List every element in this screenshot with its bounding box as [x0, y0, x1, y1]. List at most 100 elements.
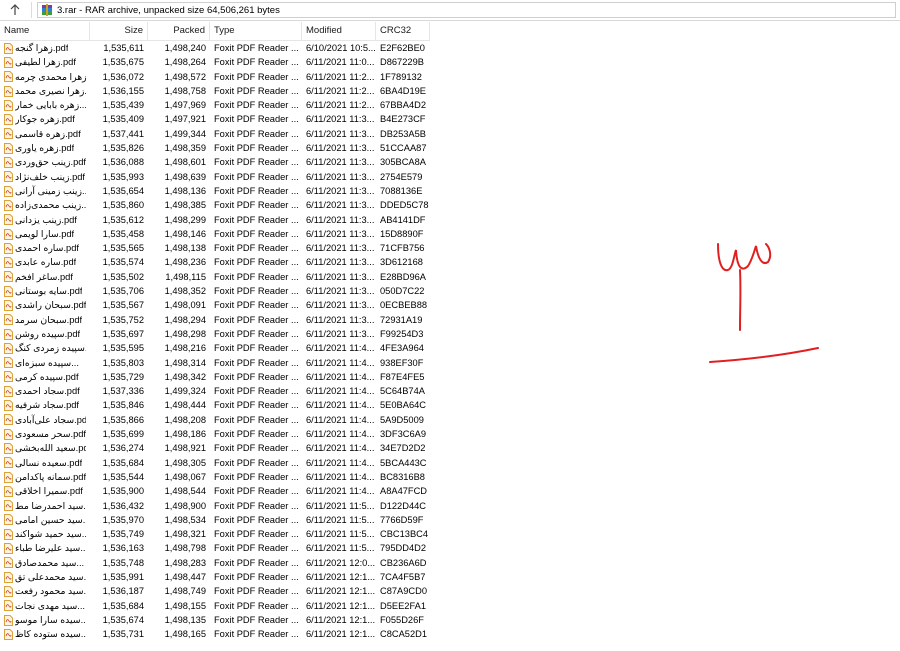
file-name-cell: سید محمدصادق...	[0, 556, 90, 570]
table-row[interactable]: زهره جوکار.pdf 1,535,409 1,497,921 Foxit PD…	[0, 112, 430, 126]
table-row[interactable]: سجاد احمدی.pdf 1,537,336 1,499,324 Foxit PD…	[0, 384, 430, 398]
file-name-cell: سید حسین امامی...	[0, 513, 90, 527]
file-modified: 6/11/2021 12:0...	[306, 557, 376, 568]
file-name-cell: ساره احمدی.pdf	[0, 241, 90, 255]
file-crc32: C87A9CD0	[380, 586, 428, 597]
table-row[interactable]: زینب زمینی آرانی... 1,535,654 1,498,136 Fox…	[0, 184, 430, 198]
table-row[interactable]: سپیده زمردی کنگ... 1,535,595 1,498,216 Foxi…	[0, 341, 430, 355]
table-row[interactable]: زهرا نصیری محمد... 1,536,155 1,498,758 Foxi…	[0, 84, 430, 98]
column-type[interactable]: Type	[210, 22, 302, 40]
table-row[interactable]: زهره بابایی خمار... 1,535,439 1,497,969 Fox…	[0, 98, 430, 112]
table-row[interactable]: زهرا محمدی چرمه... 1,536,072 1,498,572 Foxi…	[0, 70, 430, 84]
toolbar: 3.rar - RAR archive, unpacked size 64,50…	[0, 0, 900, 21]
file-name-cell: سید محمدعلی تق...	[0, 570, 90, 584]
pdf-file-icon	[4, 128, 13, 140]
file-modified: 6/11/2021 11:2...	[306, 100, 375, 111]
file-size: 1,535,991	[102, 571, 144, 582]
table-row[interactable]: زینب محمدی‌زاده... 1,535,860 1,498,385 Foxi…	[0, 198, 430, 212]
column-size[interactable]: Size	[90, 22, 148, 40]
table-row[interactable]: سیده ستوده کاظ... 1,535,731 1,498,165 Foxit…	[0, 627, 430, 641]
table-row[interactable]: زینب خلف‌نژاد.pdf 1,535,993 1,498,639 Foxit…	[0, 170, 430, 184]
table-row[interactable]: سبحان راشدی.pdf 1,535,567 1,498,091 Foxit P…	[0, 298, 430, 312]
table-row[interactable]: زهرا لطیفی.pdf 1,535,675 1,498,264 Foxit PD…	[0, 55, 430, 69]
table-row[interactable]: زینب حق‌وردی.pdf 1,536,088 1,498,601 Foxit …	[0, 155, 430, 169]
file-crc32: DDED5C78	[380, 200, 429, 211]
file-modified: 6/11/2021 11:2...	[306, 71, 375, 82]
pdf-file-icon	[4, 400, 13, 412]
file-type: Foxit PDF Reader ...	[214, 443, 299, 454]
table-row[interactable]: سعید الله‌بخشی.pdf 1,536,274 1,498,921 Foxi…	[0, 441, 430, 455]
file-modified: 6/11/2021 12:1...	[306, 629, 376, 640]
table-row[interactable]: سبحان سرمد.pdf 1,535,752 1,498,294 Foxit PD…	[0, 313, 430, 327]
up-folder-button[interactable]	[4, 1, 26, 19]
column-name[interactable]: Name	[0, 22, 90, 40]
table-row[interactable]: سید حمید شواکند... 1,535,749 1,498,321 Foxi…	[0, 527, 430, 541]
table-row[interactable]: سارا لویمی.pdf 1,535,458 1,498,146 Foxit PD…	[0, 227, 430, 241]
table-row[interactable]: ساره احمدی.pdf 1,535,565 1,498,138 Foxit PD…	[0, 241, 430, 255]
table-row[interactable]: سجاد علی‌آبادی.pdf 1,535,866 1,498,208 Foxi…	[0, 413, 430, 427]
table-row[interactable]: سید حسین امامی... 1,535,970 1,498,534 Foxit…	[0, 513, 430, 527]
pdf-file-icon	[4, 585, 13, 597]
table-row[interactable]: سید محمدعلی تق... 1,535,991 1,498,447 Foxit…	[0, 570, 430, 584]
table-row[interactable]: ساره عابدی.pdf 1,535,574 1,498,236 Foxit PD…	[0, 255, 430, 269]
table-row[interactable]: زینب یزدانی.pdf 1,535,612 1,498,299 Foxit P…	[0, 213, 430, 227]
table-row[interactable]: سجاد شرفیه.pdf 1,535,846 1,498,444 Foxit PD…	[0, 398, 430, 412]
file-name-cell: سید احمدرضا مط...	[0, 499, 90, 513]
table-row[interactable]: سایه بوستانی.pdf 1,535,706 1,498,352 Foxit …	[0, 284, 430, 298]
table-row[interactable]: سپیده کرمی.pdf 1,535,729 1,498,342 Foxit PD…	[0, 370, 430, 384]
column-modified[interactable]: Modified	[302, 22, 376, 40]
table-row[interactable]: سپیده سبزه‌ای... 1,535,803 1,498,314 Foxit …	[0, 356, 430, 370]
table-row[interactable]: سیده سارا موسو... 1,535,674 1,498,135 Foxit…	[0, 613, 430, 627]
file-type: Foxit PDF Reader ...	[214, 343, 299, 354]
file-packed-size: 1,498,240	[164, 43, 206, 53]
table-row[interactable]: زهره یاوری.pdf 1,535,826 1,498,359 Foxit PD…	[0, 141, 430, 155]
file-packed-size: 1,498,900	[164, 500, 206, 511]
file-type: Foxit PDF Reader ...	[214, 357, 299, 368]
table-row[interactable]: سمانه پاکدامن.pdf 1,535,544 1,498,067 Foxit…	[0, 470, 430, 484]
file-size: 1,535,860	[102, 200, 144, 211]
address-bar[interactable]: 3.rar - RAR archive, unpacked size 64,50…	[37, 2, 896, 18]
table-row[interactable]: سید محمود رفعت... 1,536,187 1,498,749 Foxit…	[0, 584, 430, 598]
file-modified: 6/11/2021 11:4...	[306, 386, 375, 397]
file-type: Foxit PDF Reader ...	[214, 171, 299, 182]
annotation-underline	[709, 347, 819, 363]
table-row[interactable]: سمیرا اخلاقی.pdf 1,535,900 1,498,544 Foxit …	[0, 484, 430, 498]
file-name-cell: زینب یزدانی.pdf	[0, 213, 90, 227]
table-row[interactable]: سید احمدرضا مط... 1,536,432 1,498,900 Foxit…	[0, 499, 430, 513]
file-size: 1,535,565	[102, 243, 144, 254]
file-modified: 6/11/2021 11:3...	[306, 271, 375, 282]
file-crc32: 34E7D2D2	[380, 443, 426, 454]
file-type: Foxit PDF Reader ...	[214, 200, 299, 211]
table-row[interactable]: سپیده روشن.pdf 1,535,697 1,498,298 Foxit PD…	[0, 327, 430, 341]
file-packed-size: 1,498,216	[164, 343, 206, 354]
file-type: Foxit PDF Reader ...	[214, 457, 299, 468]
table-row[interactable]: سید علیرضا طباء... 1,536,163 1,498,798 Foxi…	[0, 541, 430, 555]
column-packed[interactable]: Packed	[148, 22, 210, 40]
table-row[interactable]: سعیده نسالی.pdf 1,535,684 1,498,305 Foxit P…	[0, 456, 430, 470]
table-row[interactable]: سید محمدصادق... 1,535,748 1,498,283 Foxit P…	[0, 556, 430, 570]
file-packed-size: 1,498,352	[164, 286, 206, 297]
file-crc32: 938EF30F	[380, 357, 424, 368]
file-type: Foxit PDF Reader ...	[214, 586, 299, 597]
file-crc32: 4FE3A964	[380, 343, 424, 354]
table-row[interactable]: سحر مسعودی.pdf 1,535,699 1,498,186 Foxit PD…	[0, 427, 430, 441]
pdf-file-icon	[4, 185, 13, 197]
table-row[interactable]: زهرا گنجه.pdf 1,535,611 1,498,240 Foxit PDF…	[0, 41, 430, 55]
file-name: زهره قاسمی.pdf	[15, 128, 81, 139]
file-packed-size: 1,499,344	[164, 128, 206, 139]
pdf-file-icon	[4, 257, 13, 269]
file-name-cell: سجاد احمدی.pdf	[0, 384, 90, 398]
table-row[interactable]: زهره قاسمی.pdf 1,537,441 1,499,344 Foxit PD…	[0, 127, 430, 141]
file-modified: 6/11/2021 11:3...	[306, 171, 375, 182]
table-row[interactable]: ساغر افخم.pdf 1,535,502 1,498,115 Foxit PDF…	[0, 270, 430, 284]
table-row[interactable]: سید مهدی نجات... 1,535,684 1,498,155 Foxit …	[0, 599, 430, 613]
column-crc32[interactable]: CRC32	[376, 22, 430, 40]
pdf-file-icon	[4, 85, 13, 97]
pdf-file-icon	[4, 485, 13, 497]
file-name-cell: سپیده روشن.pdf	[0, 327, 90, 341]
file-size: 1,535,993	[102, 171, 144, 182]
file-name: سایه بوستانی.pdf	[15, 286, 83, 297]
file-packed-size: 1,498,444	[164, 400, 206, 411]
file-size: 1,537,336	[102, 386, 144, 397]
file-size: 1,535,684	[102, 600, 144, 611]
